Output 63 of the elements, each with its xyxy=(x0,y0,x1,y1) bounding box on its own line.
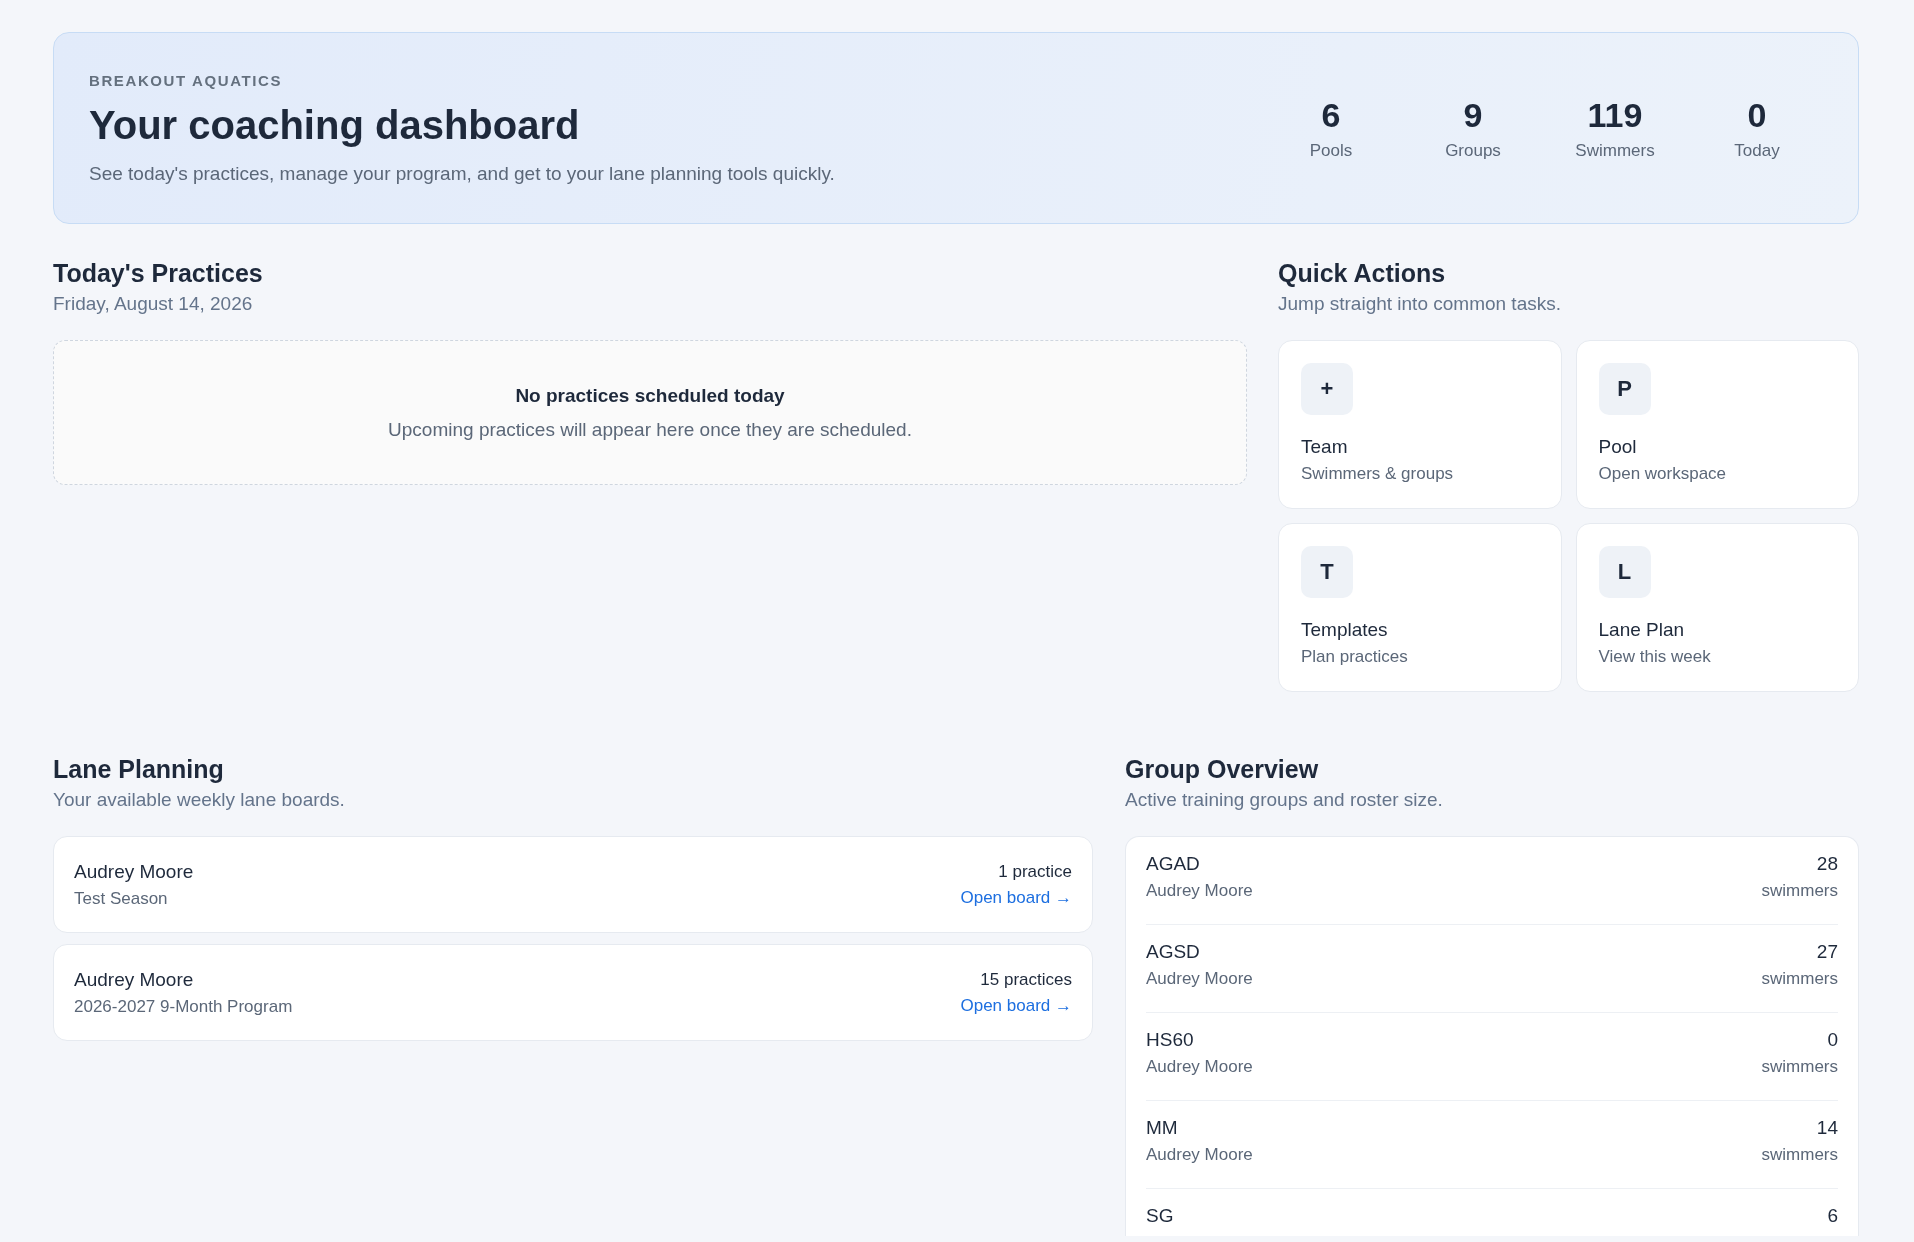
section-subtitle: Jump straight into common tasks. xyxy=(1278,292,1562,316)
stat-label: Swimmers xyxy=(1575,140,1655,160)
section-subtitle: Friday, August 14, 2026 xyxy=(53,292,254,316)
group-name: AGSD xyxy=(1146,941,1201,963)
group-coach: Audrey Moore xyxy=(1146,1145,1253,1165)
stat-label: Pools xyxy=(1309,140,1353,160)
action-initial: P xyxy=(1598,363,1651,415)
action-title: Pool xyxy=(1598,436,1638,458)
board-season: 2026-2027 9-Month Program xyxy=(74,996,293,1017)
group-name: AGAD xyxy=(1146,853,1201,875)
open-board-link[interactable]: Open board → xyxy=(960,887,1072,908)
action-initial: L xyxy=(1598,546,1651,598)
page-subtitle: See today's practices, manage your program, and get to your lane planning tools quickly. xyxy=(89,162,835,185)
action-subtitle: Open workspace xyxy=(1598,464,1728,484)
brand-label: BREAKOUT AQUATICS xyxy=(89,71,284,89)
swimmer-count: 14 xyxy=(1816,1117,1838,1139)
group-coach: Audrey Moore xyxy=(1146,969,1253,989)
swimmer-count: 6 xyxy=(1827,1205,1838,1227)
group-name: MM xyxy=(1146,1117,1179,1139)
count-unit: swimmers xyxy=(1761,881,1838,901)
section-title: Quick Actions xyxy=(1278,258,1447,288)
group-coach: Audrey Moore xyxy=(1146,881,1253,901)
swimmer-count: 28 xyxy=(1816,853,1838,875)
section-subtitle: Active training groups and roster size. xyxy=(1125,788,1444,812)
stat-value: 6 xyxy=(1320,95,1342,135)
action-card[interactable]: P Pool Open workspace xyxy=(1575,340,1859,509)
action-subtitle: View this week xyxy=(1598,647,1712,667)
section-title: Today's Practices xyxy=(53,258,264,288)
empty-state-message: Upcoming practices will appear here once they are scheduled. xyxy=(388,418,912,441)
action-card[interactable]: + Team Swimmers & groups xyxy=(1278,340,1562,509)
stat-value: 119 xyxy=(1586,95,1644,135)
stat-label: Today xyxy=(1734,140,1780,160)
page-title: Your coaching dashboard xyxy=(89,101,581,149)
section-title: Group Overview xyxy=(1125,754,1320,784)
count-unit: swimmers xyxy=(1761,1145,1838,1165)
board-season: Test Season xyxy=(74,888,169,909)
action-title: Team xyxy=(1301,436,1349,458)
action-card[interactable]: L Lane Plan View this week xyxy=(1575,523,1859,692)
action-subtitle: Swimmers & groups xyxy=(1301,464,1455,484)
action-title: Lane Plan xyxy=(1598,619,1686,641)
action-subtitle: Plan practices xyxy=(1301,647,1409,667)
practice-count: 1 practice xyxy=(998,861,1072,882)
stat-label: Groups xyxy=(1445,140,1501,160)
section-title: Lane Planning xyxy=(53,754,225,784)
group-name: HS60 xyxy=(1146,1029,1195,1051)
group-name: SG xyxy=(1146,1205,1174,1227)
stat-value: 0 xyxy=(1746,95,1768,135)
board-owner: Audrey Moore xyxy=(74,860,194,883)
group-coach: Audrey Moore xyxy=(1146,1057,1253,1077)
action-title: Templates xyxy=(1301,619,1389,641)
count-unit: swimmers xyxy=(1761,969,1838,989)
swimmer-count: 0 xyxy=(1827,1029,1838,1051)
action-card[interactable]: T Templates Plan practices xyxy=(1278,523,1562,692)
count-unit: swimmers xyxy=(1761,1057,1838,1077)
section-subtitle: Your available weekly lane boards. xyxy=(53,788,346,812)
action-initial: T xyxy=(1301,546,1353,598)
action-initial: + xyxy=(1301,363,1353,415)
board-owner: Audrey Moore xyxy=(74,968,195,991)
empty-state-title: No practices scheduled today xyxy=(515,384,785,407)
stat-value: 9 xyxy=(1462,95,1484,135)
open-board-link[interactable]: Open board → xyxy=(960,995,1072,1016)
practice-count: 15 practices xyxy=(980,969,1072,990)
swimmer-count: 27 xyxy=(1816,941,1838,963)
